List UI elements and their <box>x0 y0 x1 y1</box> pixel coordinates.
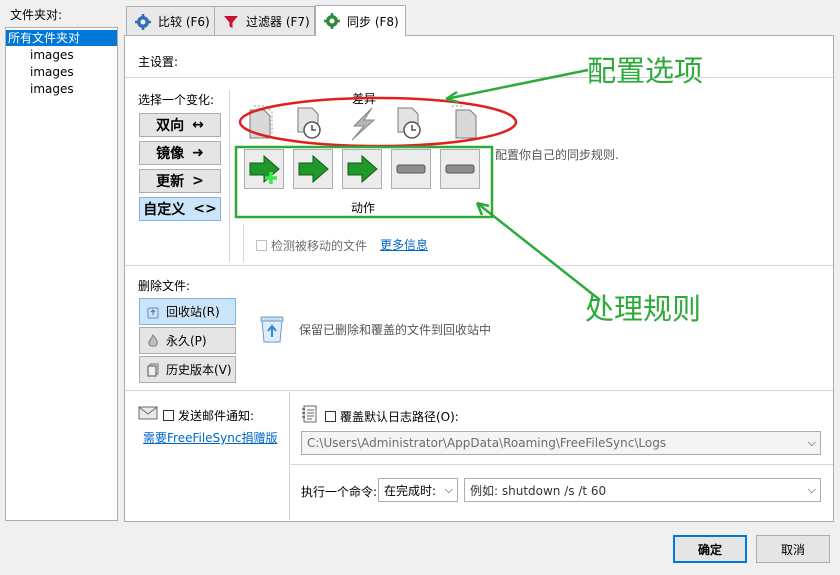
chevron-right-icon: > <box>192 173 204 189</box>
log-path-value: C:\Users\Administrator\AppData\Roaming\F… <box>307 436 667 450</box>
main-settings-label: 主设置: <box>138 55 179 69</box>
permanent-delete-label: 永久(P) <box>166 334 207 348</box>
variant-update-label: 更新 <box>156 174 185 190</box>
envelope-icon <box>138 406 158 420</box>
annotation-config-options: 配置选项 <box>587 54 704 88</box>
chevron-down-icon: ⌵ <box>444 483 453 496</box>
actions-label: 动作 <box>351 201 376 215</box>
right-newer-icon <box>397 107 421 139</box>
lightning-icon <box>351 107 376 141</box>
override-log-path-checkbox[interactable] <box>325 411 336 422</box>
override-log-path-label: 覆盖默认日志路径(O): <box>340 410 459 424</box>
email-label: 发送邮件通知: <box>178 409 255 423</box>
funnel-icon <box>223 14 239 30</box>
email-checkbox[interactable] <box>163 410 174 421</box>
variant-two-way-button[interactable]: 双向 ↔ <box>139 113 221 137</box>
cancel-button[interactable]: 取消 <box>756 535 830 563</box>
permanent-delete-button[interactable]: 永久(P) <box>139 327 236 354</box>
command-placeholder: 例如: shutdown /s /t 60 <box>470 483 607 498</box>
folder-pair-item[interactable]: images <box>30 81 74 97</box>
gear-icon <box>324 13 340 29</box>
detect-moved-checkbox[interactable] <box>256 240 267 251</box>
tab-compare[interactable]: 比较 (F6) <box>126 6 215 36</box>
right-arrow-icon: ➜ <box>192 145 204 161</box>
variant-two-way-label: 双向 <box>156 118 185 134</box>
config-hint: 配置你自己的同步规则. <box>495 148 619 162</box>
divider <box>289 392 290 520</box>
chevron-down-icon: ⌵ <box>807 483 816 496</box>
chevron-down-icon: ⌵ <box>807 436 816 449</box>
arrow-right-icon <box>347 154 378 184</box>
variant-mirror-button[interactable]: 镜像 ➜ <box>139 141 221 165</box>
email-option[interactable]: 发送邮件通知: <box>163 407 254 424</box>
log-file-icon <box>302 405 317 423</box>
folder-pair-item[interactable]: images <box>30 47 74 63</box>
run-command-label: 执行一个命令: <box>301 485 378 499</box>
action-button-different[interactable] <box>342 149 382 189</box>
tab-filter-label: 过滤器 (F7) <box>246 15 310 29</box>
folder-pair-tree[interactable]: 所有文件夹对 images images images <box>5 27 118 521</box>
gear-icon <box>135 13 151 30</box>
right-only-icon <box>452 105 477 139</box>
detect-moved-label: 检测被移动的文件 <box>271 239 368 253</box>
detect-moved-option[interactable]: 检测被移动的文件 <box>256 237 367 254</box>
variant-custom-label: 自定义 <box>143 202 186 218</box>
divider <box>229 90 230 262</box>
action-button-right-only[interactable] <box>440 149 480 189</box>
code-brackets-icon: <> <box>193 201 217 217</box>
divider <box>125 265 833 266</box>
tab-filter[interactable]: 过滤器 (F7) <box>214 6 315 36</box>
action-button-left-newer[interactable] <box>293 149 333 189</box>
variant-custom-button[interactable]: 自定义 <> <box>139 197 221 221</box>
folder-pair-all[interactable]: 所有文件夹对 <box>6 30 117 46</box>
delete-description: 保留已删除和覆盖的文件到回收站中 <box>299 323 492 337</box>
left-only-icon <box>249 105 273 139</box>
action-button-left-only[interactable] <box>244 149 284 189</box>
more-info-link[interactable]: 更多信息 <box>380 236 428 253</box>
versioning-label: 历史版本(V) <box>166 363 232 377</box>
annotation-handling-rules: 处理规则 <box>585 292 702 326</box>
divider <box>291 464 833 465</box>
command-when-value: 在完成时: <box>384 483 437 498</box>
recycle-bin-button[interactable]: 回收站(R) <box>139 298 236 325</box>
ok-button[interactable]: 确定 <box>673 535 747 563</box>
flame-icon <box>148 333 158 347</box>
two-way-arrow-icon: ↔ <box>192 117 204 133</box>
recycle-bin-large-icon <box>260 316 284 343</box>
divider <box>125 77 833 78</box>
log-path-input[interactable]: C:\Users\Administrator\AppData\Roaming\F… <box>301 431 821 455</box>
ok-button-label: 确定 <box>697 542 722 557</box>
tab-sync[interactable]: 同步 (F8) <box>315 5 406 36</box>
delete-files-label: 删除文件: <box>138 279 191 293</box>
tab-compare-label: 比较 (F6) <box>158 15 210 29</box>
arrow-right-icon <box>298 154 329 184</box>
variant-label: 选择一个变化: <box>138 93 215 107</box>
variant-mirror-label: 镜像 <box>156 146 185 162</box>
recycle-bin-icon <box>147 307 159 318</box>
override-log-path-option[interactable]: 覆盖默认日志路径(O): <box>325 408 459 425</box>
versioning-icon <box>147 363 159 376</box>
donation-edition-link[interactable]: 需要FreeFileSync捐赠版 <box>143 429 277 446</box>
command-when-select[interactable]: 在完成时: ⌵ <box>378 478 458 502</box>
difference-category-icons <box>249 105 477 141</box>
command-input[interactable]: 例如: shutdown /s /t 60 ⌵ <box>464 478 821 502</box>
divider <box>125 390 833 391</box>
do-nothing-icon <box>445 164 475 174</box>
recycle-bin-label: 回收站(R) <box>166 305 220 319</box>
left-newer-icon <box>297 107 321 139</box>
folder-pairs-label: 文件夹对: <box>10 8 63 22</box>
variant-update-button[interactable]: 更新 > <box>139 169 221 193</box>
cancel-button-label: 取消 <box>780 542 805 557</box>
versioning-button[interactable]: 历史版本(V) <box>139 356 236 383</box>
arrow-right-add-icon <box>249 154 280 184</box>
divider <box>243 224 244 262</box>
folder-pair-item[interactable]: images <box>30 64 74 80</box>
action-button-right-newer[interactable] <box>391 149 431 189</box>
tab-sync-label: 同步 (F8) <box>347 14 399 29</box>
do-nothing-icon <box>396 164 426 174</box>
